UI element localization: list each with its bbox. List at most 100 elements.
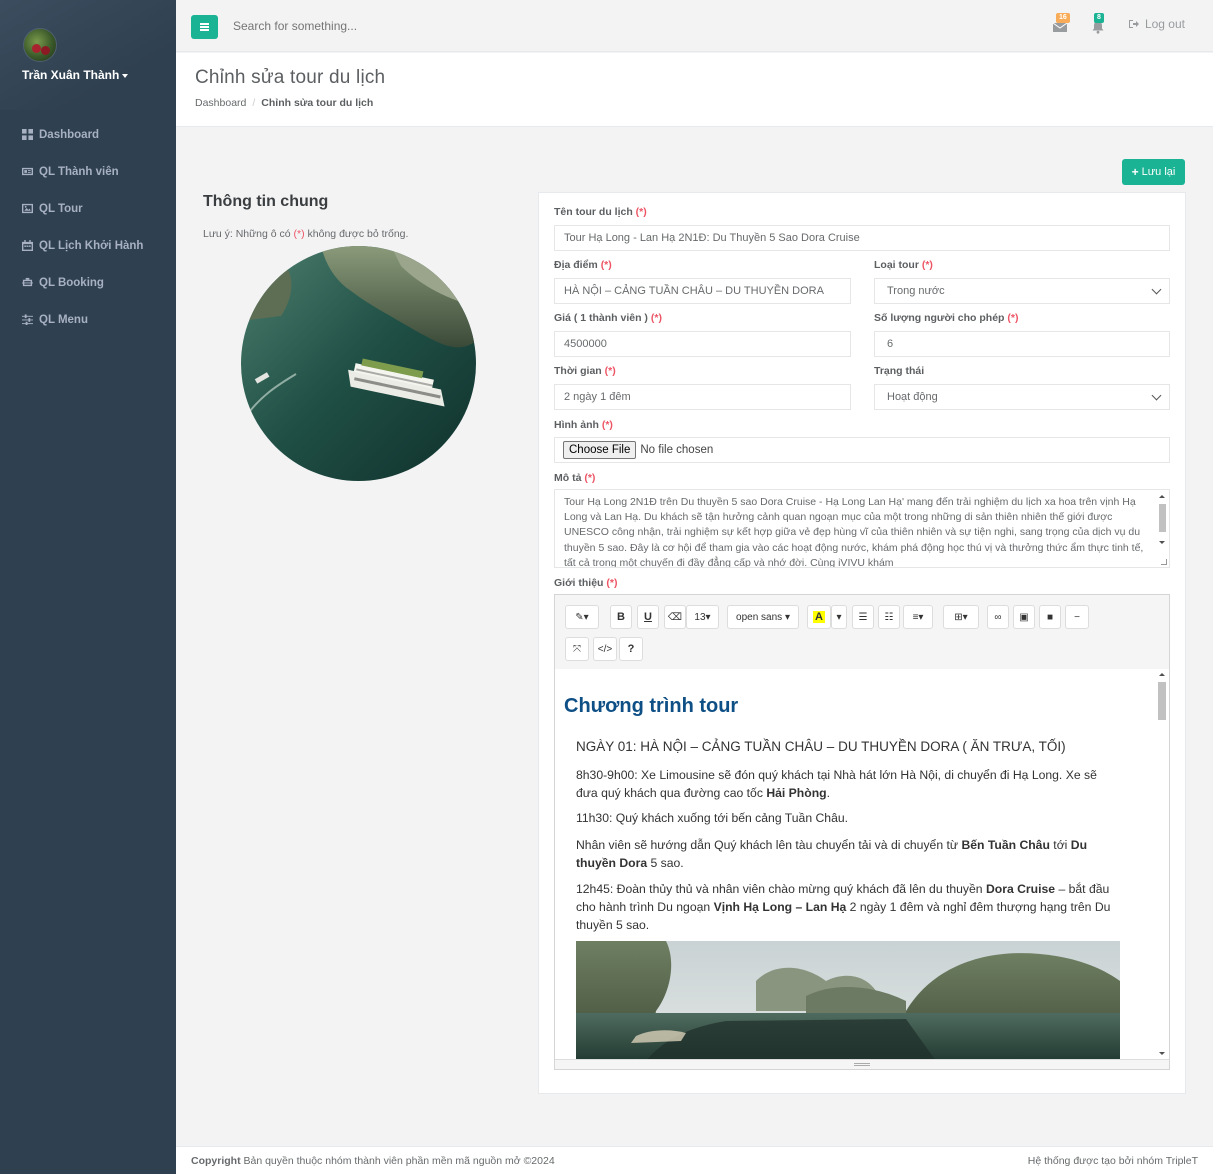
- table-icon: ⊞▾: [954, 611, 968, 623]
- sidebar-item-label: QL Thành viên: [39, 165, 119, 178]
- horizontal-rule-button[interactable]: −: [1065, 605, 1089, 629]
- save-button[interactable]: + Lưu lại: [1122, 159, 1185, 185]
- editor-paragraph: 8h30-9h00: Xe Limousine sẽ đón quý khách…: [576, 768, 1097, 800]
- menu-toggle-button[interactable]: [191, 15, 218, 39]
- sidebar-item-booking[interactable]: QL Booking: [0, 264, 176, 301]
- ordered-list-button[interactable]: ☷: [878, 605, 900, 629]
- sidebar-item-label: QL Lịch Khởi Hành: [39, 239, 144, 252]
- alerts-button[interactable]: 8: [1091, 13, 1107, 34]
- image-icon: [22, 203, 33, 214]
- caret-down-icon: [122, 73, 129, 78]
- status-label: Trạng thái: [874, 365, 925, 377]
- code-view-button[interactable]: </>: [593, 637, 617, 661]
- list-ul-icon: ☰: [858, 611, 868, 623]
- bold-button[interactable]: B: [610, 605, 632, 629]
- resize-handle[interactable]: [1161, 559, 1167, 565]
- page-title: Chỉnh sửa tour du lịch: [195, 67, 386, 88]
- search-input[interactable]: [233, 19, 633, 33]
- profile-area: Trần Xuân Thành: [0, 0, 176, 110]
- picture-icon: ▣: [1019, 611, 1029, 623]
- font-size-dropdown[interactable]: 13 ▾: [686, 605, 719, 629]
- sidebar-item-label: QL Tour: [39, 202, 83, 215]
- sidebar: Trần Xuân Thành Dashboard QL Thành viên …: [0, 0, 176, 1174]
- top-right-actions: 16 8 Log out: [1052, 13, 1185, 34]
- footer-credit: Hệ thống được tạo bởi nhóm TripleT: [1027, 1155, 1198, 1167]
- description-textarea[interactable]: Tour Hạ Long 2N1Đ trên Du thuyền 5 sao D…: [554, 489, 1170, 568]
- tour-name-input[interactable]: Tour Hạ Long - Lan Hạ 2N1Đ: Du Thuyền 5 …: [554, 225, 1170, 251]
- underline-button[interactable]: U: [637, 605, 659, 629]
- location-label: Địa điểm (*): [554, 259, 612, 271]
- image-file-input[interactable]: Choose File No file chosen: [554, 437, 1170, 463]
- sidebar-item-label: QL Booking: [39, 276, 104, 289]
- status-select[interactable]: Hoạt động: [874, 384, 1170, 410]
- capacity-input[interactable]: 6: [874, 331, 1170, 357]
- messages-button[interactable]: 16: [1052, 13, 1070, 34]
- tour-form: Tên tour du lịch (*) Tour Hạ Long - Lan …: [538, 192, 1186, 1094]
- link-button[interactable]: ∞: [987, 605, 1009, 629]
- eraser-button[interactable]: ⌫: [664, 605, 686, 629]
- sidebar-item-schedule[interactable]: QL Lịch Khởi Hành: [0, 227, 176, 264]
- booking-icon: [22, 277, 33, 288]
- textarea-scrollbar[interactable]: [1156, 491, 1168, 566]
- editor-paragraph: 11h30: Quý khách xuống tới bến cảng Tuần…: [576, 811, 849, 825]
- footer: Copyright Bản quyền thuộc nhóm thành viê…: [176, 1146, 1213, 1174]
- editor-toolbar: ✎▾ B U ⌫ 13 ▾ open sans ▾ A ▾ ☰ ☷ ≡▾ ⊞▾ ∞…: [555, 595, 1169, 669]
- align-icon: ≡▾: [912, 611, 924, 623]
- save-label: Lưu lại: [1141, 166, 1176, 178]
- link-icon: ∞: [994, 611, 1002, 623]
- table-dropdown[interactable]: ⊞▾: [943, 605, 979, 629]
- sidebar-item-label: QL Menu: [39, 313, 88, 326]
- profile-dropdown[interactable]: Trần Xuân Thành: [22, 68, 129, 82]
- th-large-icon: [22, 129, 33, 140]
- duration-input[interactable]: 2 ngày 1 đêm: [554, 384, 851, 410]
- bold-icon: B: [617, 611, 625, 623]
- minus-icon: −: [1074, 611, 1080, 623]
- underline-icon: U: [644, 611, 652, 623]
- intro-label: Giới thiệu (*): [554, 577, 618, 589]
- tour-type-select[interactable]: Trong nước: [874, 278, 1170, 304]
- logout-link[interactable]: Log out: [1128, 17, 1185, 31]
- font-family-dropdown[interactable]: open sans ▾: [727, 605, 799, 629]
- capacity-label: Số lượng người cho phép (*): [874, 312, 1019, 324]
- video-button[interactable]: ■: [1039, 605, 1061, 629]
- color-dropdown-toggle[interactable]: ▾: [831, 605, 847, 629]
- style-magic-button[interactable]: ✎▾: [565, 605, 599, 629]
- unordered-list-button[interactable]: ☰: [852, 605, 874, 629]
- logout-label: Log out: [1144, 17, 1185, 31]
- name-label: Tên tour du lịch (*): [554, 206, 647, 218]
- paragraph-dropdown[interactable]: ≡▾: [903, 605, 933, 629]
- calendar-icon: [22, 240, 33, 251]
- id-card-icon: [22, 166, 33, 177]
- breadcrumb-home-link[interactable]: Dashboard: [195, 97, 246, 109]
- required-note: Lưu ý: Những ô có (*) không được bỏ trốn…: [203, 228, 409, 240]
- sign-out-icon: [1128, 20, 1139, 28]
- fullscreen-button[interactable]: ⤧: [565, 637, 589, 661]
- editor-content[interactable]: Chương trình tour NGÀY 01: HÀ NỘI – CẢNG…: [555, 669, 1169, 1061]
- picture-button[interactable]: ▣: [1013, 605, 1035, 629]
- avatar[interactable]: [23, 28, 57, 62]
- image-label: Hình ảnh (*): [554, 419, 613, 431]
- editor-day-heading: NGÀY 01: HÀ NỘI – CẢNG TUẦN CHÂU – DU TH…: [576, 739, 1066, 754]
- choose-file-button[interactable]: Choose File: [563, 441, 637, 459]
- breadcrumb: Dashboard / Chỉnh sửa tour du lịch: [195, 97, 374, 109]
- editor-heading: Chương trình tour: [564, 695, 739, 717]
- help-button[interactable]: ?: [619, 637, 643, 661]
- page-heading: Chỉnh sửa tour du lịch Dashboard / Chỉnh s…: [176, 53, 1213, 127]
- description-label: Mô tả (*): [554, 472, 596, 484]
- font-color-button[interactable]: A: [807, 605, 831, 629]
- location-input[interactable]: HÀ NỘI – CẢNG TUẦN CHÂU – DU THUYỀN DORA: [554, 278, 851, 304]
- sidebar-item-tours[interactable]: QL Tour: [0, 190, 176, 227]
- editor-paragraph: 12h45: Đoàn thủy thủ và nhân viên chào m…: [576, 882, 1111, 932]
- price-input[interactable]: 4500000: [554, 331, 851, 357]
- sidebar-item-members[interactable]: QL Thành viên: [0, 153, 176, 190]
- magic-icon: ✎▾: [575, 611, 589, 623]
- editor-scrollbar[interactable]: [1155, 669, 1169, 1061]
- editor-resize-bar[interactable]: [555, 1059, 1169, 1069]
- sidebar-item-menu[interactable]: QL Menu: [0, 301, 176, 338]
- file-status: No file chosen: [640, 444, 714, 456]
- sidebar-item-label: Dashboard: [39, 128, 100, 141]
- sidebar-item-dashboard[interactable]: Dashboard: [0, 116, 176, 153]
- question-icon: ?: [627, 643, 635, 655]
- tour-image-preview: [241, 246, 476, 481]
- alerts-count-badge: 8: [1093, 13, 1104, 23]
